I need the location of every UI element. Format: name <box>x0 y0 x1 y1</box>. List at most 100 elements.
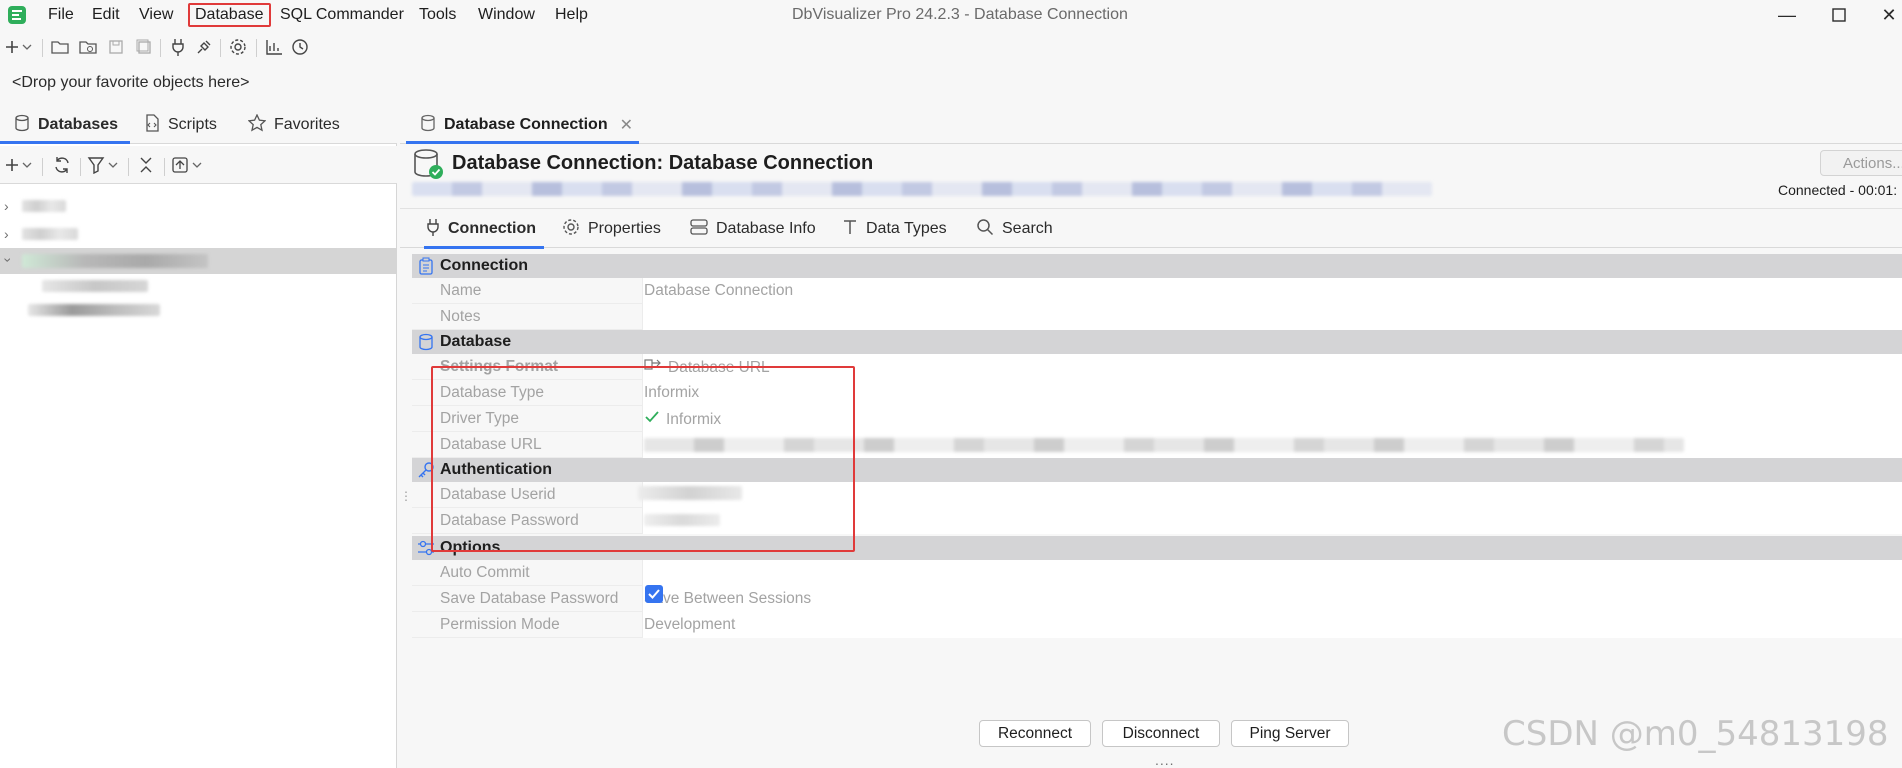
collapse-all-icon[interactable] <box>134 152 158 178</box>
close-tab-icon[interactable]: ✕ <box>620 115 633 135</box>
connection-header: Database Connection: Database Connection… <box>400 146 1902 208</box>
ping-server-button[interactable]: Ping Server <box>1231 720 1349 747</box>
settings-gear-icon[interactable] <box>226 34 250 60</box>
save-icon[interactable] <box>104 34 128 60</box>
prop-row-notes: Notes <box>412 304 1902 330</box>
prop-label: Settings Format <box>440 358 558 375</box>
tab-favorites[interactable]: Favorites <box>247 106 340 144</box>
save-all-icon[interactable] <box>132 34 156 60</box>
menu-help[interactable]: Help <box>549 5 594 25</box>
section-authentication-header[interactable]: Authentication <box>412 458 1902 482</box>
tab-data-types[interactable]: Data Types <box>842 209 947 249</box>
tab-database-connection[interactable]: Database Connection ✕ <box>420 106 633 144</box>
menu-edit[interactable]: Edit <box>86 5 126 25</box>
chevron-right-icon[interactable]: › <box>4 226 9 242</box>
checkmark-icon <box>644 410 660 429</box>
gear-icon <box>562 218 580 241</box>
database-url-field[interactable] <box>644 438 1684 452</box>
tab-database-info[interactable]: Database Info <box>690 209 816 249</box>
database-type-select[interactable]: Informix <box>644 384 699 402</box>
refresh-icon[interactable] <box>50 152 74 178</box>
prop-row-settings-format: Settings Format Database URL <box>412 354 1902 380</box>
connection-detail-tabs: Connection Properties Database Info Data… <box>400 208 1902 249</box>
prop-label: Database Userid <box>440 486 556 503</box>
auto-commit-checkbox[interactable] <box>645 585 663 603</box>
tab-database-info-label: Database Info <box>716 220 816 237</box>
splitter-handle[interactable]: ⋮ <box>400 490 412 510</box>
tab-properties[interactable]: Properties <box>562 209 661 249</box>
prop-row-name: Name Database Connection <box>412 278 1902 304</box>
prop-label: Notes <box>440 308 481 325</box>
favorites-drop-zone[interactable]: <Drop your favorite objects here> <box>12 74 249 92</box>
connection-title: Database Connection: Database Connection <box>452 152 874 174</box>
filter-icon[interactable] <box>84 152 108 178</box>
prop-label: Database URL <box>440 436 542 453</box>
section-connection-title: Connection <box>440 257 528 274</box>
navigator-toolbar <box>0 146 397 184</box>
clipboard-icon <box>412 257 440 275</box>
chevron-down-icon[interactable]: › <box>0 258 16 263</box>
actions-button[interactable]: Actions... <box>1820 150 1902 176</box>
prop-label: Database Type <box>440 384 544 401</box>
menu-database[interactable]: Database <box>188 3 271 27</box>
menu-window[interactable]: Window <box>472 5 541 25</box>
tree-item[interactable] <box>0 298 397 324</box>
minimize-icon[interactable]: — <box>1764 0 1810 30</box>
section-database-header[interactable]: Database <box>412 330 1902 354</box>
chevron-down-icon[interactable] <box>20 34 34 60</box>
tab-search[interactable]: Search <box>976 209 1053 249</box>
reconnect-button[interactable]: Reconnect <box>979 720 1091 747</box>
section-options-header[interactable]: Options <box>412 536 1902 560</box>
menu-file[interactable]: File <box>42 5 80 25</box>
prop-row-database-url: Database URL <box>412 432 1902 458</box>
driver-type-select[interactable]: Informix <box>644 410 721 429</box>
disconnect-button[interactable]: Disconnect <box>1102 720 1220 747</box>
prop-row-database-userid: Database Userid <box>412 482 1902 508</box>
tree-item-selected[interactable]: › <box>0 248 397 274</box>
tab-scripts[interactable]: Scripts <box>144 106 217 144</box>
export-icon[interactable] <box>168 152 192 178</box>
menu-sql-commander[interactable]: SQL Commander <box>274 5 410 25</box>
password-field[interactable] <box>644 514 720 526</box>
tree-item[interactable] <box>0 274 397 300</box>
tab-databases-label: Databases <box>38 116 119 133</box>
tab-databases[interactable]: Databases <box>14 106 118 144</box>
connect-plug-icon[interactable] <box>166 34 190 60</box>
userid-field[interactable] <box>638 486 742 500</box>
tab-data-types-label: Data Types <box>866 220 947 237</box>
server-info-icon <box>690 218 708 240</box>
star-icon <box>247 112 267 137</box>
permission-mode-select[interactable]: Development <box>644 616 735 634</box>
menu-view[interactable]: View <box>133 5 179 25</box>
menu-bar: File Edit View Database SQL Commander To… <box>0 0 1902 30</box>
history-icon[interactable] <box>288 34 312 60</box>
swap-format-icon <box>644 358 662 377</box>
tree-item[interactable]: › <box>0 194 397 220</box>
chevron-down-icon[interactable] <box>20 152 34 178</box>
prop-label: Permission Mode <box>440 616 560 633</box>
tab-connection[interactable]: Connection <box>426 209 536 249</box>
section-database-title: Database <box>440 333 512 350</box>
close-window-icon[interactable]: ✕ <box>1866 0 1902 30</box>
chevron-right-icon[interactable]: › <box>4 198 9 214</box>
text-type-icon <box>842 219 858 240</box>
connected-database-icon <box>412 148 444 180</box>
chevron-down-icon[interactable] <box>106 152 120 178</box>
maximize-icon[interactable] <box>1816 0 1862 30</box>
disconnect-plug-icon[interactable] <box>192 34 216 60</box>
key-icon <box>412 461 440 479</box>
search-icon <box>976 218 994 241</box>
name-field[interactable]: Database Connection <box>644 282 793 300</box>
prop-row-permission-mode: Permission Mode Development <box>412 612 1902 638</box>
prop-row-driver-type: Driver Type Informix <box>412 406 1902 432</box>
chevron-down-icon[interactable] <box>190 152 204 178</box>
menu-tools[interactable]: Tools <box>413 5 462 25</box>
section-connection-header[interactable]: Connection <box>412 254 1902 278</box>
save-password-select[interactable]: Save Between Sessions <box>644 590 811 608</box>
bottom-splitter-handle[interactable]: .... <box>1155 752 1175 768</box>
open-recent-folder-icon[interactable] <box>76 34 100 60</box>
open-folder-icon[interactable] <box>48 34 72 60</box>
tree-item[interactable]: › <box>0 222 397 248</box>
settings-format-select[interactable]: Database URL <box>644 358 770 377</box>
chart-icon[interactable] <box>262 34 286 60</box>
